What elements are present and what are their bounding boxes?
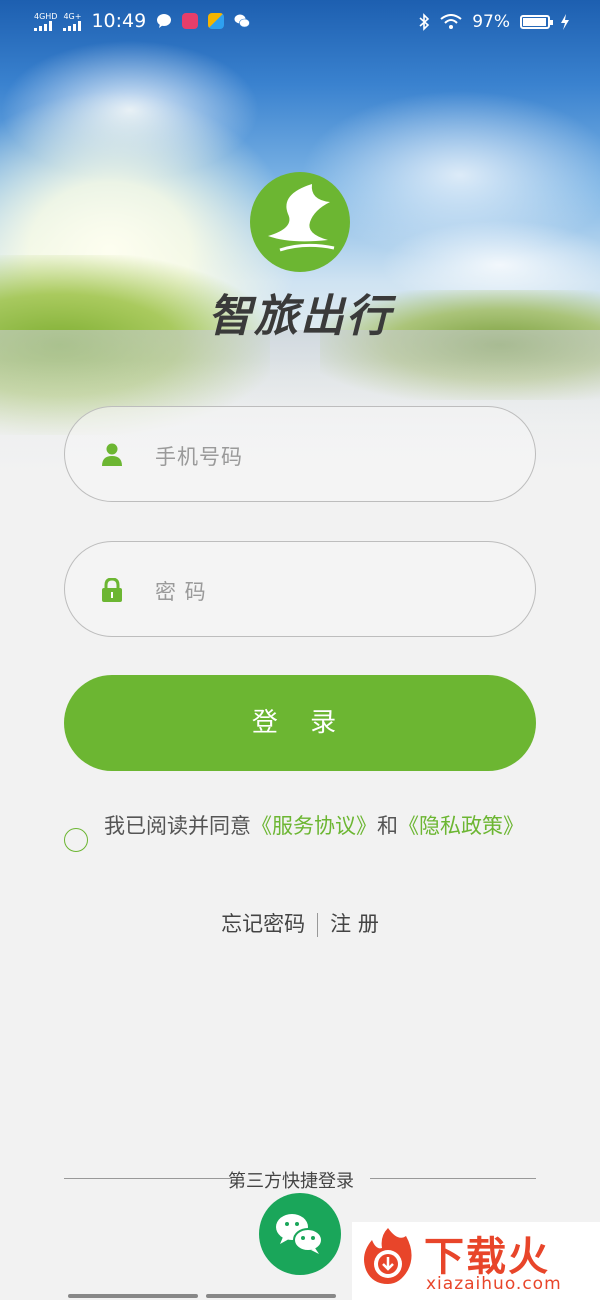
account-links: 忘记密码 注 册 [0,908,600,938]
app-grid-icon [208,13,225,29]
app-icon [182,13,199,29]
agreement-text: 我已阅读并同意《服务协议》和《隐私政策》 [104,812,534,841]
battery-icon [520,15,553,29]
divider-line [64,1178,232,1179]
agreement-checkbox[interactable] [64,828,88,852]
wechat-icon [234,14,251,28]
agreement-and: 和 [377,814,398,838]
lock-icon [102,578,122,602]
charging-icon [561,14,569,30]
privacy-policy-link[interactable]: 《隐私政策》 [398,814,524,838]
battery-level [523,18,546,26]
password-input[interactable]: 密 码 [64,541,536,637]
login-button[interactable]: 登 录 [64,675,536,771]
battery-percent: 97% [472,12,510,32]
third-party-login-label: 第三方快捷登录 [228,1171,354,1192]
bluetooth-icon [419,13,430,31]
nav-indicator [206,1294,336,1298]
message-icon [157,14,172,28]
app-logo-icon [250,172,350,272]
phone-placeholder: 手机号码 [155,445,243,469]
divider [317,913,319,937]
signal-bars-icon [63,20,82,31]
nav-indicator [68,1294,198,1298]
network-type-label: 4GHD [34,11,58,21]
register-link[interactable]: 注 册 [330,912,379,936]
network-type-label: 4G+ [63,11,82,21]
user-icon [102,443,122,466]
watermark-url: xiazaihuo.com [426,1274,562,1294]
signal-sim1: 4GHD [34,12,57,31]
clock: 10:49 [91,10,147,32]
service-agreement-link[interactable]: 《服务协议》 [251,814,377,838]
flame-logo-icon [364,1228,412,1284]
phone-input[interactable]: 手机号码 [64,406,536,502]
agreement-prefix: 我已阅读并同意 [104,814,251,838]
signal-sim2: 4G+ [63,11,82,31]
divider-line [370,1178,536,1179]
app-name: 智旅出行 [208,291,392,342]
wechat-login-button[interactable] [259,1193,341,1275]
watermark: 下载火 xiazaihuo.com [352,1222,600,1300]
wechat-icon [276,1214,323,1254]
status-bar: 4GHD 4G+ 10:49 97% [0,0,600,44]
forgot-password-link[interactable]: 忘记密码 [221,912,305,936]
password-placeholder: 密 码 [155,580,207,604]
signal-bars-icon [34,20,52,31]
wifi-icon [440,14,462,29]
